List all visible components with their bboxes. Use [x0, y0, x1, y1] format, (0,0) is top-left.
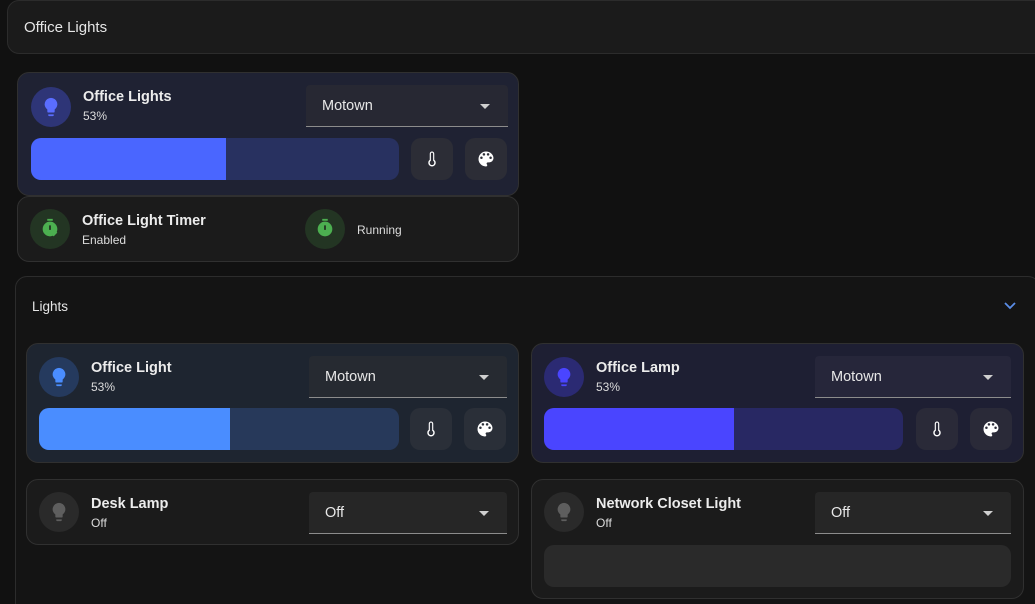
- effect-value: Off: [831, 505, 851, 521]
- chevron-down-icon[interactable]: [1003, 301, 1017, 311]
- office-lamp-card[interactable]: Office Lamp 53% Motown: [531, 343, 1024, 463]
- brightness-slider[interactable]: [31, 138, 399, 180]
- light-state: Off: [596, 516, 612, 530]
- lightbulb-off-icon[interactable]: [544, 492, 584, 532]
- caret-down-icon: [480, 104, 490, 109]
- desk-lamp-card[interactable]: Desk Lamp Off Off: [26, 479, 519, 545]
- light-name: Desk Lamp: [91, 496, 169, 512]
- brightness-slider[interactable]: [39, 408, 399, 450]
- effect-value: Off: [325, 505, 345, 521]
- color-button[interactable]: [464, 408, 506, 450]
- timer-state: Enabled: [82, 233, 127, 247]
- lightbulb-icon[interactable]: [39, 357, 79, 397]
- thermometer-icon: [933, 421, 941, 437]
- caret-down-icon: [479, 511, 489, 516]
- timer-name: Office Light Timer: [82, 213, 206, 229]
- brightness-fill: [31, 138, 227, 180]
- brightness-slider[interactable]: [544, 408, 903, 450]
- office-lights-card[interactable]: Office Lights 53% Motown: [17, 72, 519, 196]
- light-name: Network Closet Light: [596, 496, 742, 512]
- caret-down-icon: [983, 511, 993, 516]
- network-closet-light-card[interactable]: Network Closet Light Off Off: [531, 479, 1024, 599]
- color-button[interactable]: [970, 408, 1012, 450]
- effect-select[interactable]: Motown: [306, 85, 508, 127]
- color-temp-button[interactable]: [411, 138, 453, 180]
- color-temp-button[interactable]: [410, 408, 452, 450]
- section-title: Lights: [32, 299, 69, 314]
- brightness-fill: [39, 408, 230, 450]
- light-name: Office Lamp: [596, 360, 680, 376]
- palette-icon: [477, 421, 493, 437]
- light-state: 53%: [91, 380, 116, 394]
- color-button[interactable]: [465, 138, 507, 180]
- caret-down-icon: [983, 375, 993, 380]
- brightness-slider[interactable]: [544, 545, 1011, 587]
- light-state: 53%: [83, 109, 108, 123]
- light-name: Office Lights: [83, 89, 172, 105]
- caret-down-icon: [479, 375, 489, 380]
- thermometer-icon: [427, 421, 435, 437]
- color-temp-button[interactable]: [916, 408, 958, 450]
- brightness-fill: [544, 408, 735, 450]
- effect-select[interactable]: Motown: [815, 356, 1011, 398]
- effect-value: Motown: [831, 369, 882, 385]
- light-state: Off: [91, 516, 107, 530]
- timer-icon[interactable]: [305, 209, 345, 249]
- effect-value: Motown: [325, 369, 376, 385]
- light-name: Office Light: [91, 360, 172, 376]
- effect-value: Motown: [322, 98, 373, 114]
- timer-check-icon[interactable]: [30, 209, 70, 249]
- page-title: Office Lights: [24, 19, 108, 36]
- office-light-card[interactable]: Office Light 53% Motown: [26, 343, 519, 463]
- palette-icon: [983, 421, 999, 437]
- thermometer-icon: [428, 151, 436, 167]
- office-light-timer-card[interactable]: Office Light Timer Enabled Running: [17, 196, 519, 262]
- light-state: 53%: [596, 380, 621, 394]
- lightbulb-off-icon[interactable]: [39, 492, 79, 532]
- effect-select[interactable]: Off: [309, 492, 507, 534]
- page-header: Office Lights: [7, 0, 1035, 54]
- lightbulb-icon[interactable]: [31, 87, 71, 127]
- effect-select[interactable]: Motown: [309, 356, 507, 398]
- lightbulb-icon[interactable]: [544, 357, 584, 397]
- timer-status: Running: [357, 223, 402, 237]
- effect-select[interactable]: Off: [815, 492, 1011, 534]
- palette-icon: [478, 151, 494, 167]
